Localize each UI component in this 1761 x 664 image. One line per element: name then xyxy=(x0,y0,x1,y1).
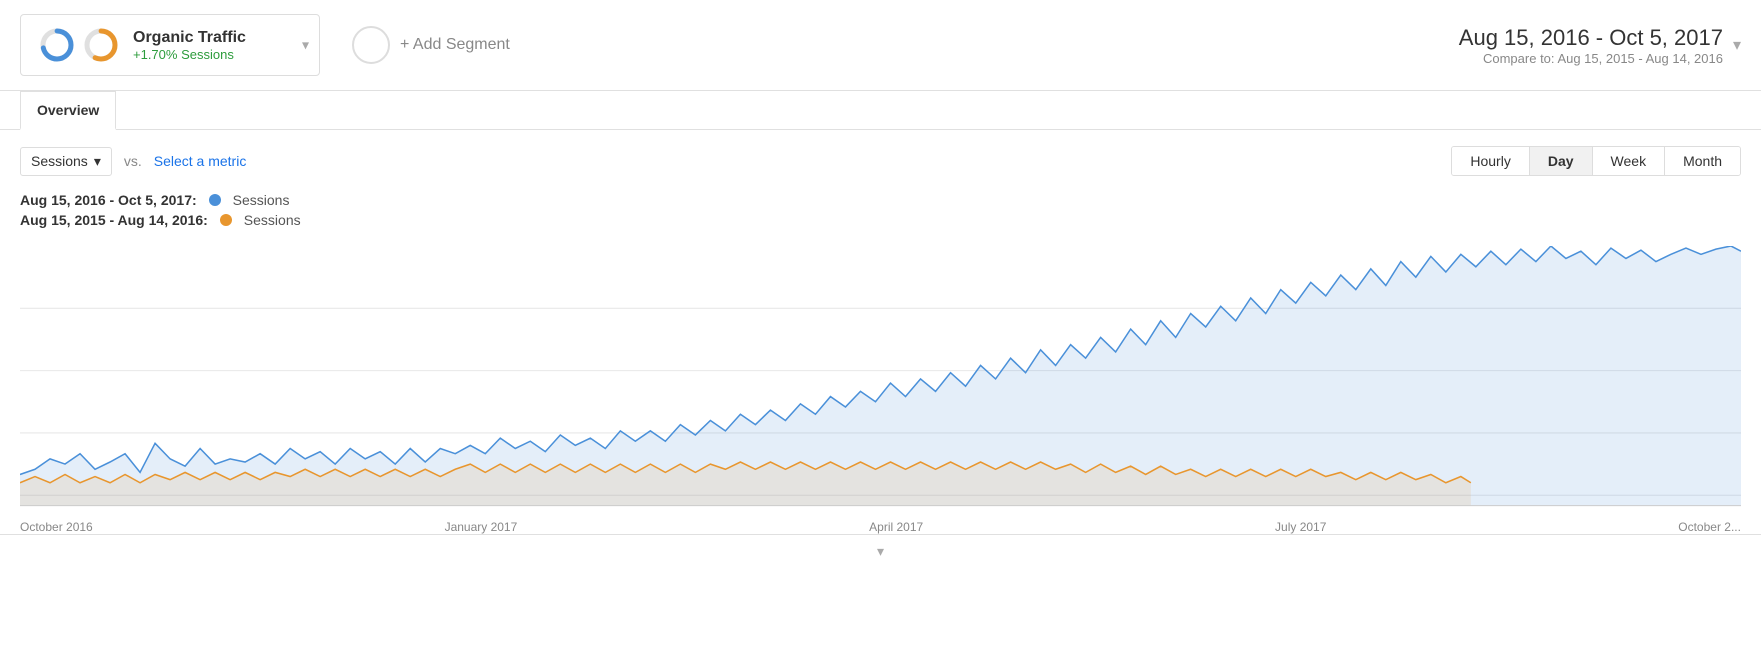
x-label-2: April 2017 xyxy=(869,520,923,534)
legend-date-2: Aug 15, 2015 - Aug 14, 2016: xyxy=(20,212,208,228)
date-range-text: Aug 15, 2016 - Oct 5, 2017 Compare to: A… xyxy=(1459,25,1723,66)
compare-label: Compare to: xyxy=(1483,51,1555,66)
segment-chevron-icon: ▾ xyxy=(302,37,309,54)
legend-row-2: Aug 15, 2015 - Aug 14, 2016: Sessions xyxy=(20,212,1741,228)
sessions-dropdown[interactable]: Sessions ▾ xyxy=(20,147,112,176)
donut-icons xyxy=(37,25,121,65)
vs-label: vs. xyxy=(124,153,142,169)
segment-left: Organic Traffic +1.70% Sessions ▾ + Add … xyxy=(20,14,526,76)
legend-label-1: Sessions xyxy=(233,192,290,208)
month-button[interactable]: Month xyxy=(1664,147,1740,175)
chart-area xyxy=(0,236,1761,516)
hourly-button[interactable]: Hourly xyxy=(1452,147,1528,175)
time-buttons: Hourly Day Week Month xyxy=(1451,146,1741,176)
x-label-0: October 2016 xyxy=(20,520,93,534)
tabs-bar: Overview xyxy=(0,91,1761,130)
top-bar: Organic Traffic +1.70% Sessions ▾ + Add … xyxy=(0,0,1761,91)
metric-selector: Sessions ▾ vs. Select a metric xyxy=(20,147,246,176)
day-button[interactable]: Day xyxy=(1529,147,1592,175)
compare-date: Aug 15, 2015 - Aug 14, 2016 xyxy=(1557,51,1723,66)
legend-dot-blue xyxy=(209,194,221,206)
legend-row-1: Aug 15, 2016 - Oct 5, 2017: Sessions xyxy=(20,192,1741,208)
date-primary: Aug 15, 2016 - Oct 5, 2017 xyxy=(1459,25,1723,51)
scrollbar-area: ▾ xyxy=(0,534,1761,564)
x-label-3: July 2017 xyxy=(1275,520,1326,534)
dropdown-arrow-icon: ▾ xyxy=(94,153,101,170)
legend-label-2: Sessions xyxy=(244,212,301,228)
date-chevron-icon: ▾ xyxy=(1733,35,1741,55)
select-metric-link[interactable]: Select a metric xyxy=(154,153,247,169)
blue-donut-icon xyxy=(37,25,77,65)
chart-svg xyxy=(20,246,1741,516)
orange-donut-icon xyxy=(81,25,121,65)
week-button[interactable]: Week xyxy=(1592,147,1665,175)
legend-area: Aug 15, 2016 - Oct 5, 2017: Sessions Aug… xyxy=(0,184,1761,236)
scroll-chevron-icon[interactable]: ▾ xyxy=(877,543,884,560)
legend-date-1: Aug 15, 2016 - Oct 5, 2017: xyxy=(20,192,197,208)
segment-stat: +1.70% Sessions xyxy=(133,47,246,62)
x-label-1: January 2017 xyxy=(445,520,518,534)
segment-card[interactable]: Organic Traffic +1.70% Sessions ▾ xyxy=(20,14,320,76)
segment-info: Organic Traffic +1.70% Sessions xyxy=(133,29,246,62)
segment-name: Organic Traffic xyxy=(133,29,246,47)
x-label-4: October 2... xyxy=(1678,520,1741,534)
metric-label: Sessions xyxy=(31,153,88,169)
add-segment-button[interactable]: + Add Segment xyxy=(336,16,526,74)
tab-overview[interactable]: Overview xyxy=(20,91,116,130)
add-segment-label: + Add Segment xyxy=(400,36,510,54)
legend-dot-orange xyxy=(220,214,232,226)
date-compare: Compare to: Aug 15, 2015 - Aug 14, 2016 xyxy=(1459,51,1723,66)
add-segment-circle-icon xyxy=(352,26,390,64)
date-range-section[interactable]: Aug 15, 2016 - Oct 5, 2017 Compare to: A… xyxy=(1459,25,1741,66)
chart-controls: Sessions ▾ vs. Select a metric Hourly Da… xyxy=(0,130,1761,184)
